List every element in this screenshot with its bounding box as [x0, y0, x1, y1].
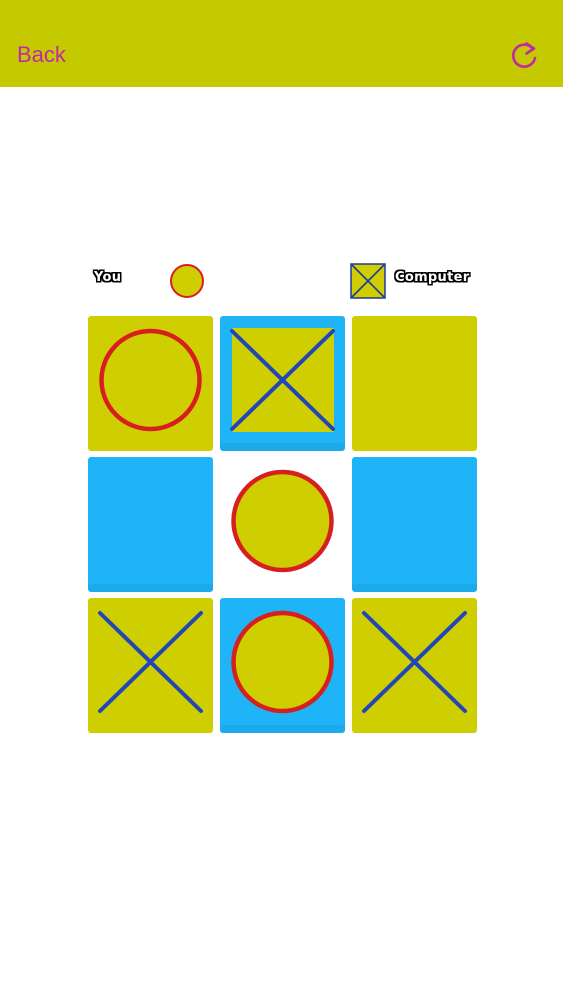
top-bar: Back: [0, 0, 563, 87]
x-mark-icon: [98, 611, 203, 713]
o-mark-icon: [231, 469, 334, 573]
board-cell[interactable]: [352, 316, 477, 451]
o-mark-icon: [231, 610, 334, 714]
board-cell[interactable]: [88, 316, 213, 451]
o-mark-icon: [99, 328, 202, 432]
board-cell[interactable]: [220, 598, 345, 733]
board-cell[interactable]: [352, 598, 477, 733]
board-cell[interactable]: [88, 457, 213, 592]
restart-icon[interactable]: [506, 38, 542, 74]
you-label: You: [94, 270, 122, 285]
board-cell[interactable]: [88, 598, 213, 733]
computer-label: Computer: [395, 270, 470, 285]
you-o-marker-icon: [170, 264, 204, 298]
game-board: [0, 0, 563, 1000]
computer-x-marker-icon: [350, 263, 386, 299]
back-button[interactable]: Back: [17, 42, 66, 68]
board-cell[interactable]: [352, 457, 477, 592]
board-cell[interactable]: [220, 457, 345, 592]
x-mark-icon: [362, 611, 467, 713]
board-cell[interactable]: [220, 316, 345, 451]
x-mark-icon: [230, 328, 335, 432]
